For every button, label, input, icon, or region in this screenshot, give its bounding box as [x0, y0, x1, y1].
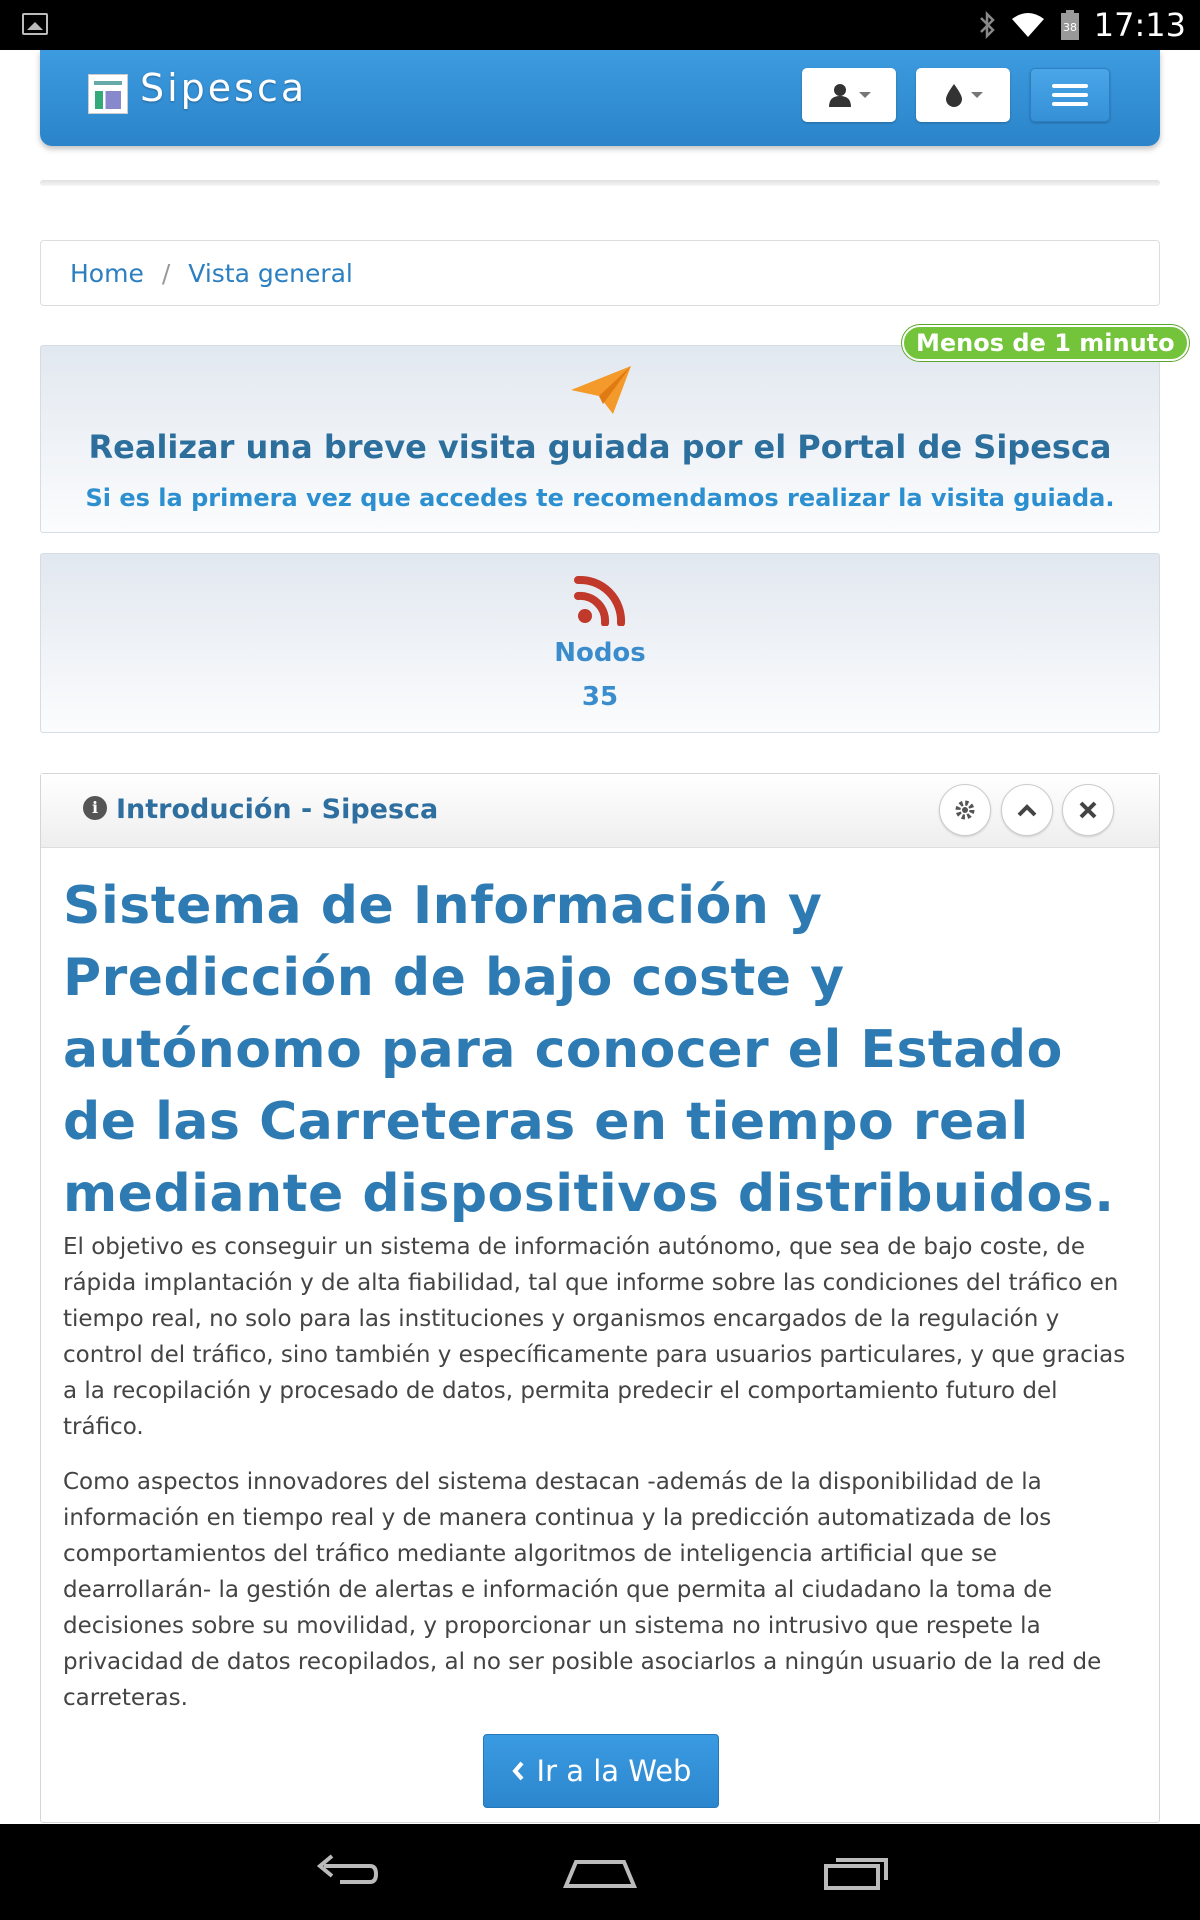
- home-icon[interactable]: [562, 1848, 638, 1898]
- theme-menu-button[interactable]: [916, 68, 1010, 122]
- brand-logo[interactable]: [88, 74, 128, 114]
- brand-name[interactable]: Sipesca: [140, 66, 307, 110]
- intro-heading: Sistema de Información y Predicción de b…: [63, 876, 1115, 1224]
- status-indicators: 38 17:13: [978, 0, 1186, 50]
- chevron-down-icon: [971, 92, 983, 98]
- back-icon[interactable]: [310, 1848, 380, 1898]
- divider: [40, 180, 1160, 186]
- user-menu-button[interactable]: [802, 68, 896, 122]
- widget-title: Introdución - Sipesca: [116, 794, 439, 825]
- status-bar: 38 17:13: [0, 0, 1200, 50]
- intro-paragraph-2: Como aspectos innovadores del sistema de…: [63, 1469, 1102, 1711]
- tint-icon: [946, 84, 962, 107]
- breadcrumb-separator: /: [161, 258, 171, 288]
- image-notification-icon: [22, 13, 48, 35]
- widget-collapse-button[interactable]: [1001, 784, 1053, 836]
- nodes-count: 35: [581, 682, 619, 712]
- system-navigation-bar: [0, 1824, 1200, 1920]
- wifi-icon: [1011, 13, 1044, 37]
- intro-widget: i Introdución - Sipesca Sistema de Infor…: [40, 773, 1160, 1823]
- guided-tour-subtitle: Si es la primera vez que accedes te reco…: [85, 484, 1115, 512]
- svg-text:38: 38: [1063, 21, 1077, 34]
- gear-icon: [955, 800, 975, 820]
- top-navbar: Sipesca: [40, 50, 1160, 146]
- widget-header: i Introdución - Sipesca: [41, 774, 1159, 848]
- nodes-label: Nodos: [554, 638, 646, 668]
- breadcrumb-home-link[interactable]: Home: [70, 259, 144, 288]
- breadcrumb-vista-general-link[interactable]: Vista general: [188, 259, 353, 288]
- duration-badge: Menos de 1 minuto: [902, 325, 1189, 361]
- chevron-down-icon: [859, 92, 871, 98]
- battery-icon: 38: [1060, 10, 1079, 40]
- clock: 17:13: [1093, 6, 1186, 44]
- nodes-stat-panel[interactable]: Nodos 35: [40, 553, 1160, 733]
- rss-icon: [574, 575, 626, 626]
- user-icon: [829, 84, 851, 107]
- widget-close-button[interactable]: [1062, 784, 1114, 836]
- go-to-web-label: Ir a la Web: [536, 1754, 692, 1788]
- chevron-left-icon: [511, 1761, 524, 1781]
- breadcrumb: Home / Vista general: [40, 240, 1160, 306]
- recent-apps-icon[interactable]: [822, 1848, 892, 1898]
- chevron-up-icon: [1017, 804, 1037, 817]
- intro-paragraph-1: El objetivo es conseguir un sistema de i…: [63, 1234, 1126, 1440]
- guided-tour-panel[interactable]: Realizar una breve visita guiada por el …: [40, 345, 1160, 533]
- hamburger-menu-button[interactable]: [1030, 68, 1110, 122]
- widget-settings-button[interactable]: [939, 784, 991, 836]
- go-to-web-button[interactable]: Ir a la Web: [483, 1734, 719, 1808]
- bluetooth-icon: [979, 10, 995, 40]
- guided-tour-title[interactable]: Realizar una breve visita guiada por el …: [41, 428, 1159, 466]
- hamburger-icon: [1052, 84, 1088, 88]
- info-icon: i: [83, 796, 107, 820]
- paper-plane-icon: [571, 366, 631, 414]
- close-icon: [1079, 801, 1097, 819]
